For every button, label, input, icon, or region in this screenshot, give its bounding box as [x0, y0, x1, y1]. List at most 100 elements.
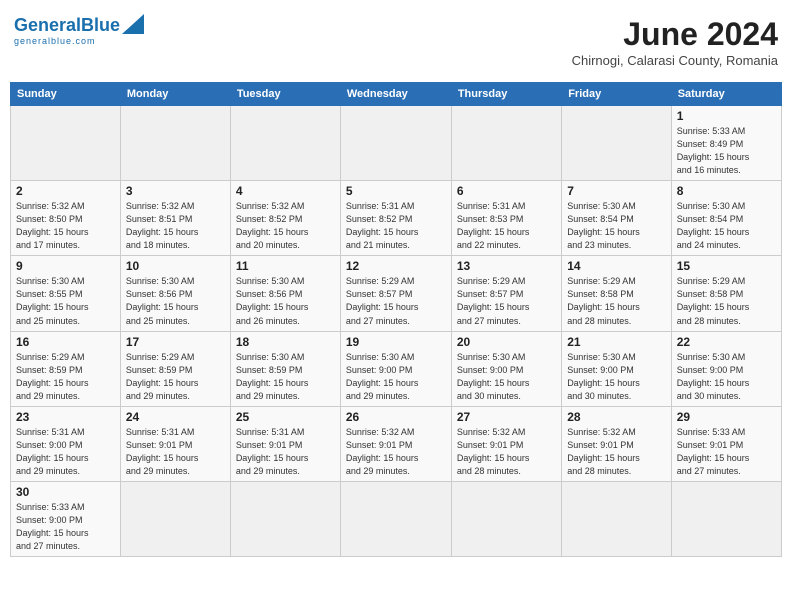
day-info: Sunrise: 5:32 AMSunset: 9:01 PMDaylight:…: [346, 426, 446, 478]
calendar-cell: 4Sunrise: 5:32 AMSunset: 8:52 PMDaylight…: [230, 181, 340, 256]
calendar-cell: [562, 481, 672, 556]
logo-text: GeneralBlue: [14, 16, 120, 34]
day-info: Sunrise: 5:30 AMSunset: 8:55 PMDaylight:…: [16, 275, 115, 327]
logo-general: General: [14, 15, 81, 35]
day-number: 30: [16, 485, 115, 499]
logo: GeneralBlue generalblue.com: [14, 16, 144, 46]
calendar-week-row: 1Sunrise: 5:33 AMSunset: 8:49 PMDaylight…: [11, 106, 782, 181]
day-number: 16: [16, 335, 115, 349]
calendar-cell: 26 Sunrise: 5:32 AMSunset: 9:01 PMDayligh…: [340, 406, 451, 481]
calendar-cell: [340, 106, 451, 181]
calendar: SundayMondayTuesdayWednesdayThursdayFrid…: [10, 82, 782, 557]
calendar-cell: 16 Sunrise: 5:29 AMSunset: 8:59 PMDayligh…: [11, 331, 121, 406]
day-info: Sunrise: 5:31 AMSunset: 9:01 PMDaylight:…: [126, 426, 225, 478]
calendar-week-row: 30Sunrise: 5:33 AMSunset: 9:00 PMDayligh…: [11, 481, 782, 556]
day-info: Sunrise: 5:32 AMSunset: 9:01 PMDaylight:…: [567, 426, 666, 478]
calendar-cell: 10 Sunrise: 5:30 AMSunset: 8:56 PMDayligh…: [120, 256, 230, 331]
calendar-cell: [120, 481, 230, 556]
day-info: Sunrise: 5:31 AMSunset: 8:53 PMDaylight:…: [457, 200, 556, 252]
calendar-cell: 2 Sunrise: 5:32 AMSunset: 8:50 PMDaylight…: [11, 181, 121, 256]
col-header-saturday: Saturday: [671, 83, 781, 106]
calendar-cell: 20 Sunrise: 5:30 AMSunset: 9:00 PMDayligh…: [451, 331, 561, 406]
calendar-cell: 11 Sunrise: 5:30 AMSunset: 8:56 PMDayligh…: [230, 256, 340, 331]
logo-sub: generalblue.com: [14, 36, 96, 46]
day-number: 17: [126, 335, 225, 349]
day-number: 21: [567, 335, 666, 349]
day-info: Sunrise: 5:29 AMSunset: 8:58 PMDaylight:…: [567, 275, 666, 327]
calendar-cell: [340, 481, 451, 556]
col-header-thursday: Thursday: [451, 83, 561, 106]
day-info: Sunrise: 5:30 AMSunset: 8:59 PMDaylight:…: [236, 351, 335, 403]
day-number: 15: [677, 259, 776, 273]
calendar-week-row: 16 Sunrise: 5:29 AMSunset: 8:59 PMDayligh…: [11, 331, 782, 406]
calendar-cell: 17 Sunrise: 5:29 AMSunset: 8:59 PMDayligh…: [120, 331, 230, 406]
calendar-cell: 18Sunrise: 5:30 AMSunset: 8:59 PMDayligh…: [230, 331, 340, 406]
day-number: 9: [16, 259, 115, 273]
calendar-cell: 21Sunrise: 5:30 AMSunset: 9:00 PMDayligh…: [562, 331, 672, 406]
calendar-cell: 22Sunrise: 5:30 AMSunset: 9:00 PMDayligh…: [671, 331, 781, 406]
day-info: Sunrise: 5:30 AMSunset: 9:00 PMDaylight:…: [457, 351, 556, 403]
day-info: Sunrise: 5:29 AMSunset: 8:57 PMDaylight:…: [346, 275, 446, 327]
day-number: 19: [346, 335, 446, 349]
calendar-cell: 19Sunrise: 5:30 AMSunset: 9:00 PMDayligh…: [340, 331, 451, 406]
calendar-header-row: SundayMondayTuesdayWednesdayThursdayFrid…: [11, 83, 782, 106]
day-info: Sunrise: 5:29 AMSunset: 8:57 PMDaylight:…: [457, 275, 556, 327]
calendar-cell: 9 Sunrise: 5:30 AMSunset: 8:55 PMDaylight…: [11, 256, 121, 331]
calendar-cell: [451, 481, 561, 556]
day-info: Sunrise: 5:32 AMSunset: 8:51 PMDaylight:…: [126, 200, 225, 252]
day-info: Sunrise: 5:31 AMSunset: 9:01 PMDaylight:…: [236, 426, 335, 478]
header: GeneralBlue generalblue.com June 2024 Ch…: [10, 10, 782, 74]
day-info: Sunrise: 5:31 AMSunset: 9:00 PMDaylight:…: [16, 426, 115, 478]
day-number: 5: [346, 184, 446, 198]
day-info: Sunrise: 5:30 AMSunset: 8:56 PMDaylight:…: [236, 275, 335, 327]
day-number: 28: [567, 410, 666, 424]
col-header-wednesday: Wednesday: [340, 83, 451, 106]
calendar-cell: [562, 106, 672, 181]
day-number: 11: [236, 259, 335, 273]
day-number: 29: [677, 410, 776, 424]
calendar-cell: [230, 481, 340, 556]
calendar-cell: [120, 106, 230, 181]
calendar-cell: 5Sunrise: 5:31 AMSunset: 8:52 PMDaylight…: [340, 181, 451, 256]
day-number: 13: [457, 259, 556, 273]
day-number: 24: [126, 410, 225, 424]
calendar-cell: 7 Sunrise: 5:30 AMSunset: 8:54 PMDaylight…: [562, 181, 672, 256]
calendar-cell: 3 Sunrise: 5:32 AMSunset: 8:51 PMDaylight…: [120, 181, 230, 256]
day-info: Sunrise: 5:29 AMSunset: 8:59 PMDaylight:…: [16, 351, 115, 403]
month-year: June 2024: [572, 16, 778, 53]
logo-triangle-icon: [122, 14, 144, 34]
day-number: 22: [677, 335, 776, 349]
day-number: 6: [457, 184, 556, 198]
day-number: 10: [126, 259, 225, 273]
calendar-cell: [230, 106, 340, 181]
day-number: 14: [567, 259, 666, 273]
calendar-cell: 24 Sunrise: 5:31 AMSunset: 9:01 PMDayligh…: [120, 406, 230, 481]
col-header-sunday: Sunday: [11, 83, 121, 106]
col-header-tuesday: Tuesday: [230, 83, 340, 106]
day-number: 3: [126, 184, 225, 198]
day-number: 23: [16, 410, 115, 424]
day-number: 2: [16, 184, 115, 198]
day-number: 20: [457, 335, 556, 349]
day-number: 26: [346, 410, 446, 424]
day-info: Sunrise: 5:32 AMSunset: 8:50 PMDaylight:…: [16, 200, 115, 252]
calendar-cell: 27Sunrise: 5:32 AMSunset: 9:01 PMDayligh…: [451, 406, 561, 481]
day-info: Sunrise: 5:30 AMSunset: 8:54 PMDaylight:…: [677, 200, 776, 252]
calendar-cell: 29Sunrise: 5:33 AMSunset: 9:01 PMDayligh…: [671, 406, 781, 481]
day-info: Sunrise: 5:33 AMSunset: 8:49 PMDaylight:…: [677, 125, 776, 177]
day-info: Sunrise: 5:30 AMSunset: 8:56 PMDaylight:…: [126, 275, 225, 327]
day-number: 7: [567, 184, 666, 198]
title-area: June 2024 Chirnogi, Calarasi County, Rom…: [572, 16, 778, 68]
day-info: Sunrise: 5:30 AMSunset: 8:54 PMDaylight:…: [567, 200, 666, 252]
day-info: Sunrise: 5:29 AMSunset: 8:59 PMDaylight:…: [126, 351, 225, 403]
day-number: 8: [677, 184, 776, 198]
calendar-cell: 28 Sunrise: 5:32 AMSunset: 9:01 PMDayligh…: [562, 406, 672, 481]
calendar-cell: [451, 106, 561, 181]
calendar-cell: 12Sunrise: 5:29 AMSunset: 8:57 PMDayligh…: [340, 256, 451, 331]
calendar-cell: 15Sunrise: 5:29 AMSunset: 8:58 PMDayligh…: [671, 256, 781, 331]
col-header-friday: Friday: [562, 83, 672, 106]
calendar-cell: [11, 106, 121, 181]
calendar-week-row: 23 Sunrise: 5:31 AMSunset: 9:00 PMDayligh…: [11, 406, 782, 481]
calendar-cell: 1Sunrise: 5:33 AMSunset: 8:49 PMDaylight…: [671, 106, 781, 181]
calendar-week-row: 9 Sunrise: 5:30 AMSunset: 8:55 PMDaylight…: [11, 256, 782, 331]
